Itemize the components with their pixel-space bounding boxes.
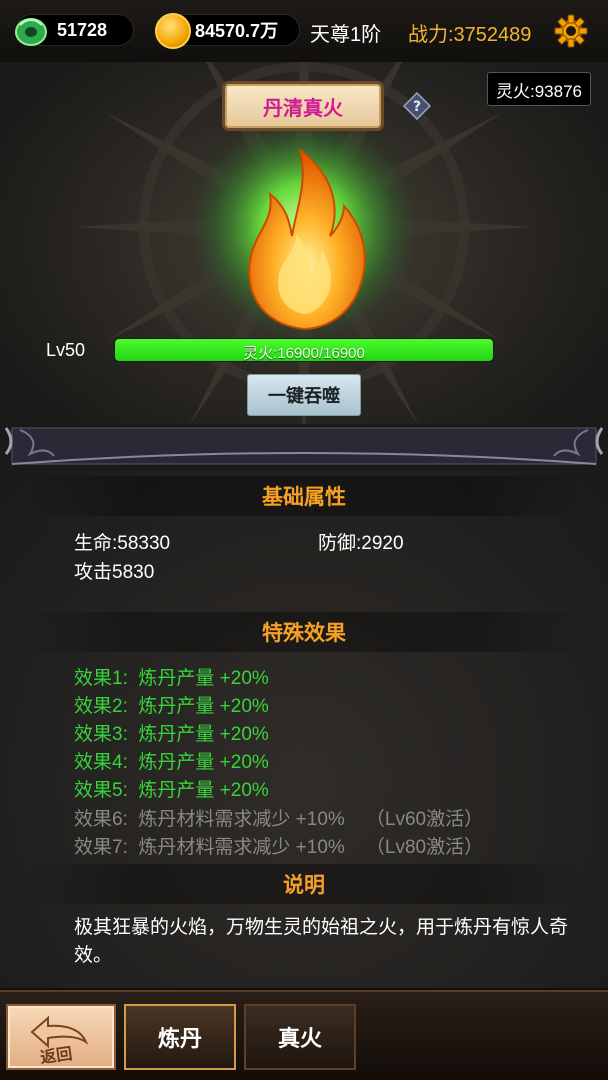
help-icon[interactable]: ? — [403, 92, 431, 120]
jade-icon — [15, 18, 47, 46]
description-text: 极其狂暴的火焰，万物生灵的始祖之火，用于炼丹有惊人奇效。 — [74, 917, 569, 966]
attr-defense: 防御:2920 — [318, 533, 404, 554]
coin-icon — [155, 13, 191, 49]
description-heading: 说明 — [24, 864, 584, 904]
tab-true-fire[interactable]: 真火 — [244, 1004, 356, 1070]
devour-all-button[interactable]: 一键吞噬 — [247, 374, 361, 416]
jade-value: 51728 — [57, 19, 108, 40]
attr-hp: 生命:58330 — [74, 533, 171, 554]
spirit-fire-total: 灵火:93876 — [487, 72, 591, 106]
jade-currency[interactable]: 51728 — [15, 14, 134, 46]
player-rank: 天尊1阶 — [310, 24, 382, 46]
fire-display-area: 丹清真火 ? 灵火:93876 Lv50 灵火:16900/16900 一键吞噬 — [0, 62, 608, 462]
back-button[interactable]: 返回 — [6, 1004, 116, 1070]
svg-text:?: ? — [413, 99, 421, 115]
gold-value: 84570.7万 — [195, 21, 279, 41]
tab-alchemy[interactable]: 炼丹 — [124, 1004, 236, 1070]
top-bar: 51728 84570.7万 天尊1阶 战力:3752489 — [0, 0, 608, 62]
spirit-fire-bar: 灵火:16900/16900 — [114, 338, 494, 362]
back-label: 返回 — [39, 1045, 74, 1068]
fire-title-plate: 丹清真火 — [225, 84, 381, 128]
effect-item: 效果1: 炼丹产量 +20% — [74, 668, 269, 689]
effect-item: 效果4: 炼丹产量 +20% — [74, 752, 269, 773]
special-effects-heading: 特殊效果 — [24, 612, 584, 652]
fire-name: 丹清真火 — [263, 97, 343, 120]
effect-item: 效果6: 炼丹材料需求减少 +10% （Lv60激活） — [74, 809, 484, 830]
ornate-divider — [0, 424, 608, 470]
gear-icon[interactable] — [552, 12, 590, 50]
bottom-nav: 返回 炼丹 真火 — [0, 990, 608, 1080]
flame-icon[interactable] — [204, 124, 404, 344]
fire-level: Lv50 — [46, 340, 86, 360]
spirit-fire-bar-text: 灵火:16900/16900 — [243, 345, 365, 362]
spirit-fire-total-value: 灵火:93876 — [496, 81, 582, 101]
effect-item: 效果3: 炼丹产量 +20% — [74, 724, 269, 745]
gold-currency[interactable]: 84570.7万 — [155, 13, 300, 49]
attr-attack: 攻击5830 — [74, 562, 155, 583]
effect-item: 效果5: 炼丹产量 +20% — [74, 780, 269, 801]
effect-item: 效果2: 炼丹产量 +20% — [74, 696, 269, 717]
info-panel: 基础属性 生命:58330 防御:2920 攻击5830 特殊效果 效果1: 炼… — [0, 470, 608, 988]
combat-power: 战力:3752489 — [408, 24, 532, 46]
basic-attributes-heading: 基础属性 — [24, 476, 584, 516]
effect-item: 效果7: 炼丹材料需求减少 +10% （Lv80激活） — [74, 837, 484, 858]
